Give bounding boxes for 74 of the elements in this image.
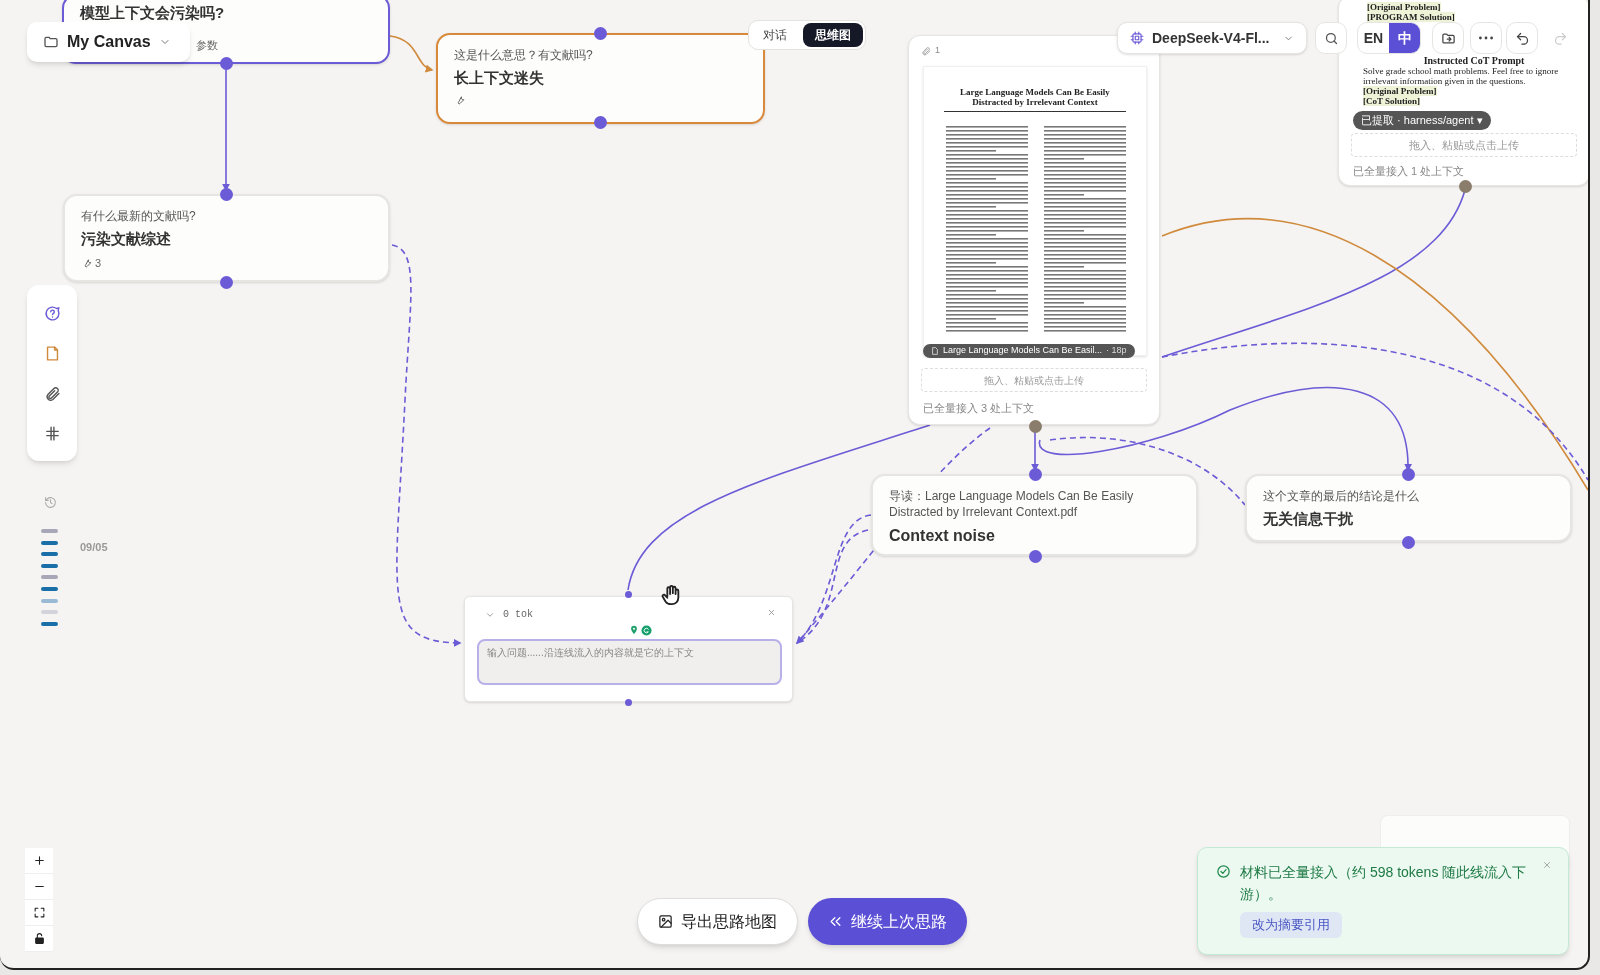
node-question: 这个文章的最后的结论是什么 <box>1263 488 1420 504</box>
node-title: 模型上下文会污染吗? <box>80 3 226 23</box>
node-meta: 参数 <box>196 37 218 53</box>
lock-icon <box>32 932 46 945</box>
extract-badge[interactable]: 已提取 · harness/agent ▾ <box>1353 111 1491 130</box>
node-question: 这是什么意思？有文献吗? <box>454 47 594 63</box>
node-title: 污染文献综述 <box>81 229 172 249</box>
excerpt-heading: Instructed CoT Prompt <box>1422 55 1526 66</box>
attachment-count: 1 <box>935 44 940 57</box>
zoom-in-icon <box>32 854 46 867</box>
folder-icon <box>1440 30 1456 46</box>
timeline-marker[interactable] <box>41 563 58 568</box>
paperclip-icon <box>921 45 931 56</box>
search-icon <box>1323 30 1339 46</box>
node-title: 长上下文迷失 <box>454 68 545 88</box>
model-selector[interactable]: DeepSeek-V4-Fl... <box>1117 22 1307 54</box>
continue-button[interactable]: 继续上次思路 <box>808 898 967 945</box>
file-chip[interactable]: Large Language Models Can Be Easil... · 18p <box>923 344 1135 358</box>
file-name: Large Language Models Can Be Easil... <box>943 344 1103 358</box>
image-icon <box>658 914 673 929</box>
more-icon <box>1479 36 1493 40</box>
view-tab[interactable]: 思维图 <box>803 23 863 47</box>
chip-icon <box>1130 31 1144 45</box>
undo-icon <box>1514 30 1530 46</box>
node-title: 无关信息干扰 <box>1263 509 1354 529</box>
hash-icon <box>43 424 61 442</box>
timeline-marker[interactable] <box>41 587 58 591</box>
redo-icon <box>1552 30 1568 46</box>
timeline-marker[interactable] <box>41 540 58 545</box>
language-option[interactable]: 中 <box>1389 23 1420 53</box>
file-icon <box>931 347 939 355</box>
node-card[interactable]: 有什么最新的文献吗? 污染文献综述 3 <box>63 194 390 282</box>
question-bubble-icon <box>43 304 61 322</box>
summary-reference-button[interactable]: 改为摘要引用 <box>1240 912 1342 938</box>
connection-handle[interactable] <box>624 590 632 598</box>
timeline-date: 09/05 <box>80 540 108 555</box>
document-title: Large Language Models Can Be Easily Distracted by Irrelevant Context <box>944 87 1126 112</box>
excerpt-text: Solve grade school math problems. Feel free to ignore irrelevant information given in the questions. <box>1363 66 1560 86</box>
canvas-menu[interactable]: My Canvas <box>27 22 190 62</box>
timeline-marker[interactable] <box>41 598 58 603</box>
export-button[interactable]: 导出思路地图 <box>637 898 798 945</box>
node-card[interactable]: 这个文章的最后的结论是什么 无关信息干扰 <box>1245 474 1572 542</box>
tool-count: 3 <box>95 255 102 271</box>
token-count: 0 tok <box>503 608 533 622</box>
folder-icon <box>43 34 59 50</box>
connection-handle[interactable] <box>593 26 607 40</box>
question-input-field[interactable]: 输入问题......沿连线流入的内容就是它的上下文 <box>477 639 782 685</box>
toast-message: 材料已全量接入（约 598 tokens 随此线流入下游）。 <box>1240 863 1528 904</box>
timeline-marker[interactable] <box>41 575 58 580</box>
timeline-marker[interactable] <box>41 621 58 626</box>
language-option[interactable]: EN <box>1358 23 1389 53</box>
map-pin-icon <box>629 625 639 635</box>
check-circle-icon <box>1216 864 1231 879</box>
paperclip-icon <box>43 384 61 402</box>
connector-line <box>389 35 434 72</box>
node-card[interactable]: 导读：Large Language Models Can Be Easily Distracted by Irrelevant Context.pdf Context noise <box>871 474 1198 556</box>
timeline-marker[interactable] <box>41 552 58 557</box>
fit-view-icon <box>32 906 46 919</box>
connection-handle[interactable] <box>624 698 632 706</box>
page-count: · 18p <box>1106 344 1127 358</box>
timeline-marker[interactable] <box>41 610 58 615</box>
node-question: 导读：Large Language Models Can Be Easily Distracted by Irrelevant Context.pdf <box>889 488 1135 520</box>
context-status: 已全量接入 3 处上下文 <box>923 401 1035 416</box>
node-title: Context noise <box>889 526 996 546</box>
node-question: 有什么最新的文献吗? <box>81 208 197 224</box>
undo-button[interactable] <box>1506 22 1538 54</box>
search-button[interactable] <box>1315 22 1347 54</box>
close-icon <box>766 607 776 617</box>
context-status: 已全量接入 1 处上下文 <box>1353 164 1465 179</box>
extension-badge-icon[interactable] <box>641 625 652 636</box>
timeline-marker[interactable] <box>41 529 58 533</box>
close-icon <box>1542 860 1552 870</box>
folder-button[interactable] <box>1432 22 1464 54</box>
rewind-icon <box>828 914 843 929</box>
